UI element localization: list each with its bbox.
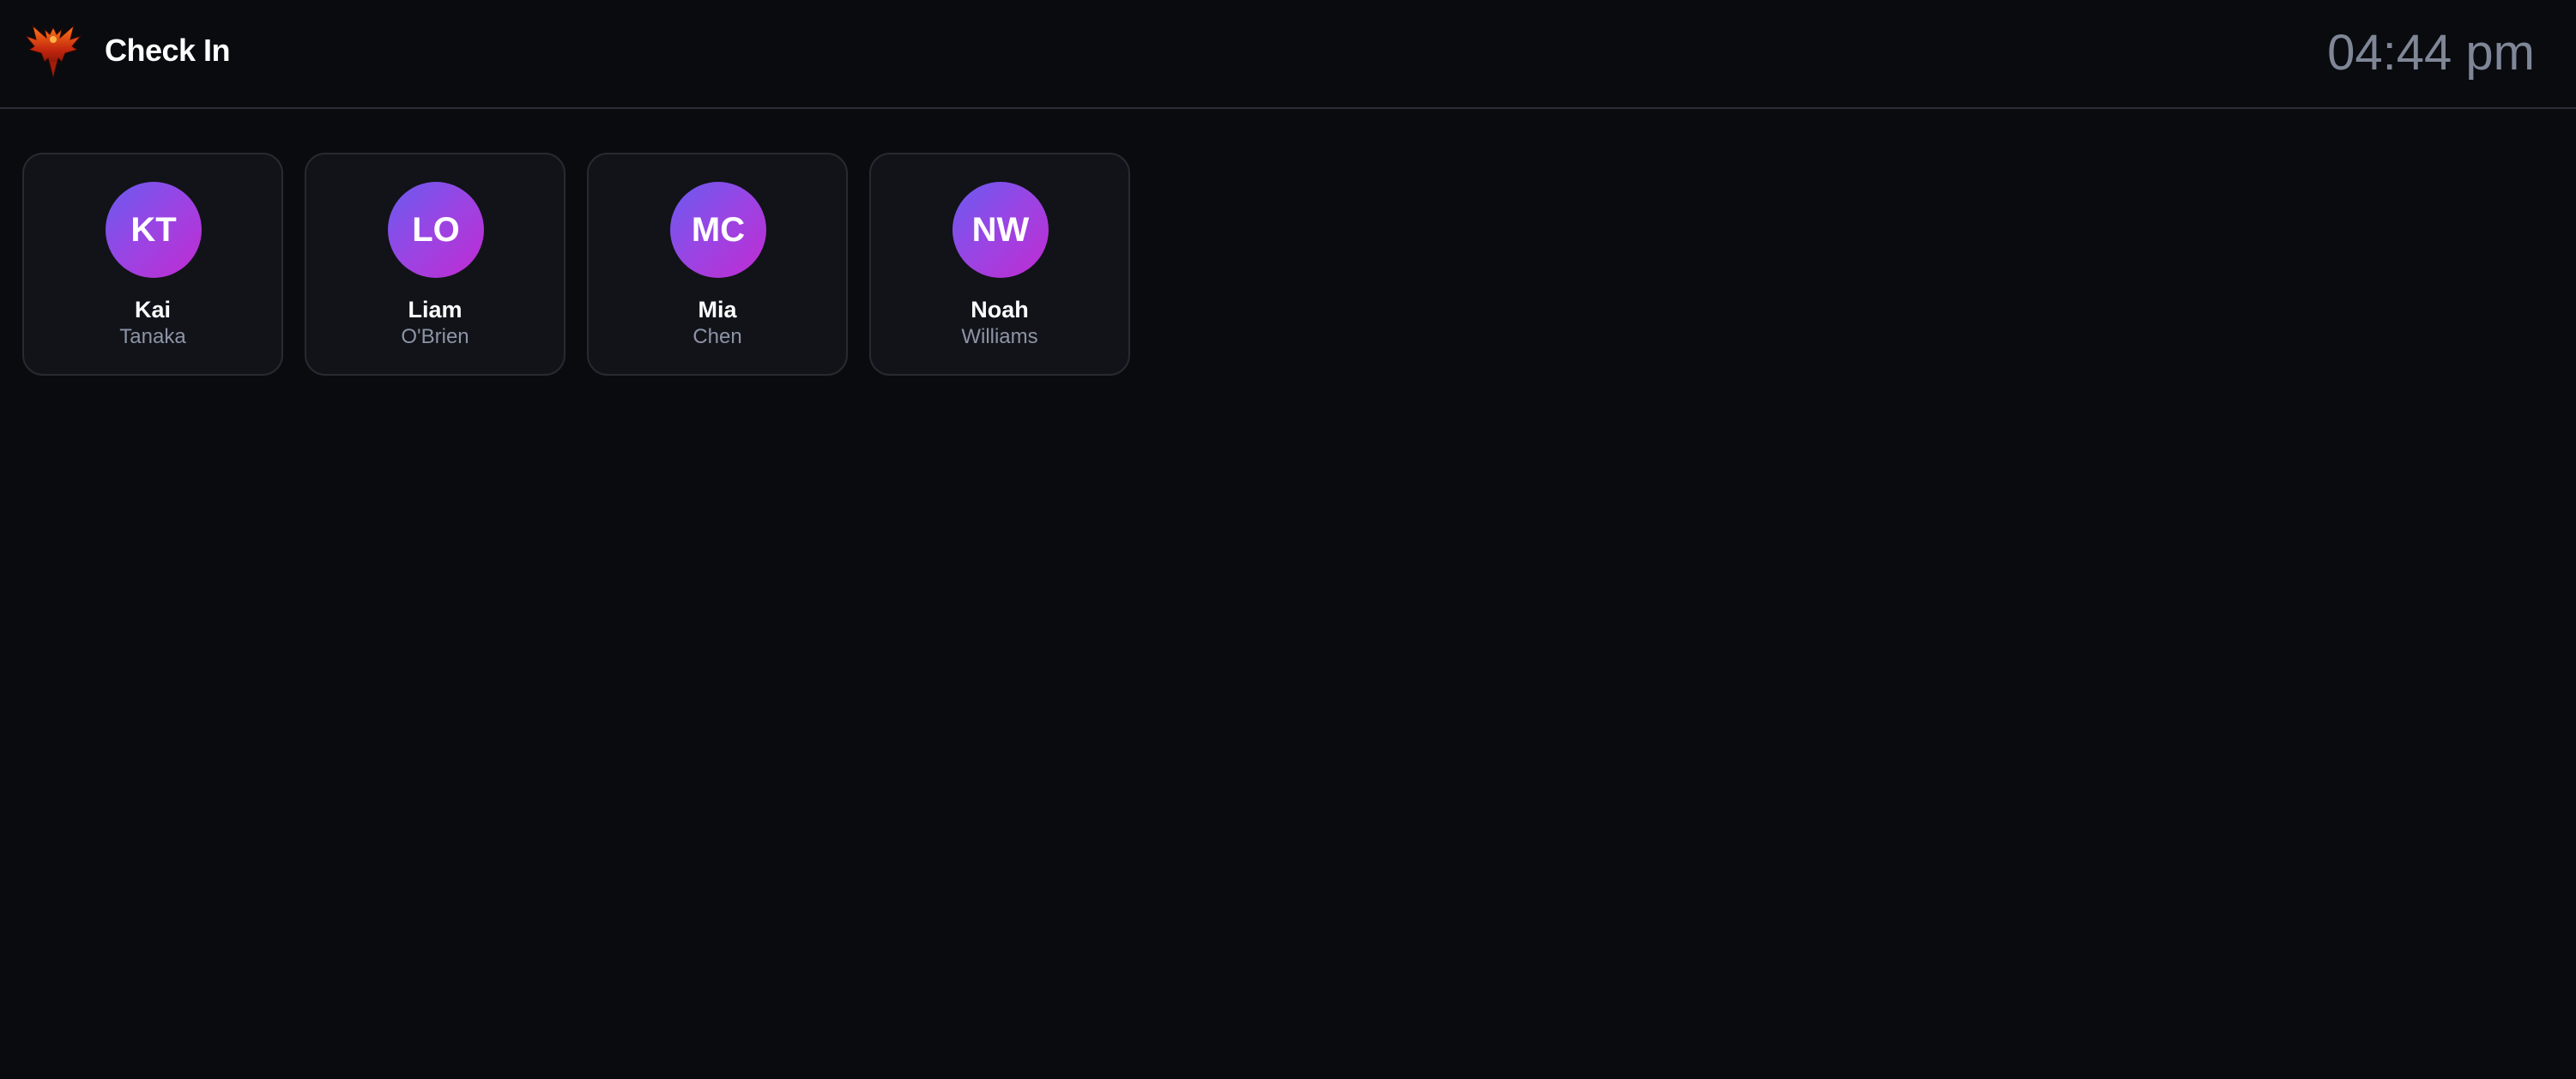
first-name: Liam <box>408 297 463 322</box>
first-name: Kai <box>134 297 172 322</box>
phoenix-logo-icon <box>24 24 82 77</box>
last-name: Williams <box>961 325 1038 348</box>
app-header: Check In 04:44 pm <box>0 0 2576 109</box>
last-name: Tanaka <box>119 325 186 348</box>
page-title: Check In <box>105 33 231 68</box>
avatar: LO <box>388 182 484 278</box>
person-card-mia-chen[interactable]: MC Mia Chen <box>587 153 848 376</box>
clock-time: 04:44 pm <box>2327 25 2535 81</box>
first-name: Mia <box>698 297 737 322</box>
last-name: O'Brien <box>401 325 469 348</box>
person-card-kai-tanaka[interactable]: KT Kai Tanaka <box>22 153 283 376</box>
avatar: KT <box>106 182 202 278</box>
person-card-liam-obrien[interactable]: LO Liam O'Brien <box>305 153 565 376</box>
first-name: Noah <box>971 297 1029 322</box>
avatar: NW <box>952 182 1049 278</box>
person-card-noah-williams[interactable]: NW Noah Williams <box>869 153 1130 376</box>
avatar: MC <box>670 182 766 278</box>
last-name: Chen <box>692 325 742 348</box>
people-grid: KT Kai Tanaka LO Liam O'Brien MC Mia Che… <box>22 153 1130 376</box>
